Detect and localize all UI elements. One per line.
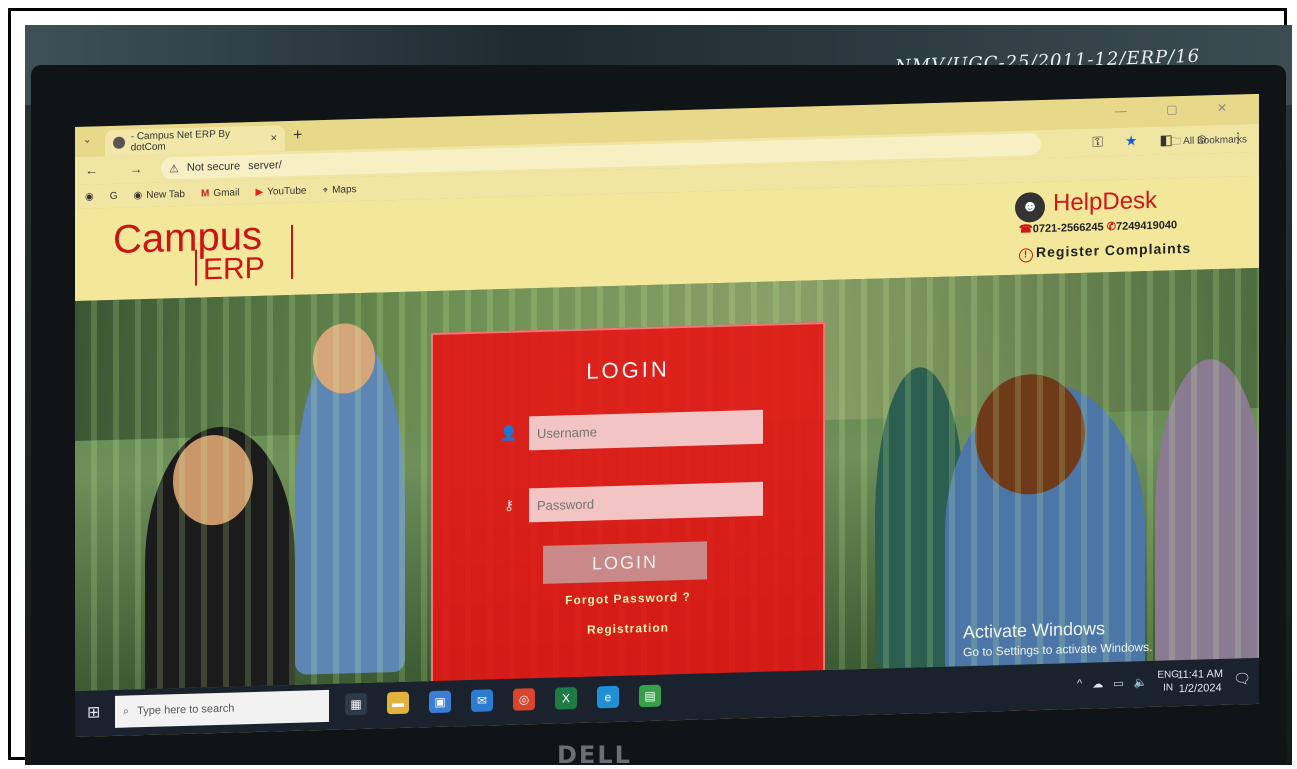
info-icon: ! bbox=[1019, 248, 1033, 263]
app-icon[interactable]: ▤ bbox=[639, 684, 661, 708]
phone-1: 0721-2566245 bbox=[1032, 221, 1104, 236]
user-icon: 👤 bbox=[500, 424, 518, 442]
tab-title: - Campus Net ERP By dotCom bbox=[130, 128, 231, 154]
clock[interactable]: 11:41 AM 1/2/2024 bbox=[1177, 667, 1223, 696]
google-icon[interactable]: G bbox=[110, 190, 118, 201]
monitor-photo: NMV/UGC-25/2011-12/ERP/16 DELL ⌄ - Campu… bbox=[25, 25, 1292, 765]
onedrive-icon[interactable]: ☁ bbox=[1092, 677, 1103, 690]
search-placeholder: Type here to search bbox=[137, 702, 235, 718]
notification-icon[interactable]: 🗨 bbox=[1233, 670, 1251, 687]
register-complaints-link[interactable]: ! Register Complaints bbox=[1019, 240, 1191, 263]
key-icon[interactable]: ⚿ bbox=[1092, 133, 1103, 150]
login-button[interactable]: LOGIN bbox=[543, 541, 707, 584]
tab-close-icon[interactable]: × bbox=[271, 132, 277, 144]
forgot-password-link[interactable]: Forgot Password ? bbox=[433, 586, 823, 611]
login-panel: LOGIN 👤 ⚷ LOGIN Forgot Password ? Regist… bbox=[431, 322, 825, 686]
bookmark-label: Gmail bbox=[213, 186, 240, 199]
gmail-icon: M bbox=[200, 187, 210, 199]
search-icon: ⌕ bbox=[123, 704, 130, 718]
system-tray: ^ ☁ ▭ 🔈 ENG IN bbox=[1077, 668, 1179, 697]
screen: ⌄ - Campus Net ERP By dotCom × + — ▢ ✕ ←… bbox=[75, 93, 1259, 738]
excel-icon[interactable]: X bbox=[555, 686, 577, 710]
new-tab-button[interactable]: + bbox=[293, 127, 302, 145]
edge-icon[interactable]: e bbox=[597, 685, 619, 709]
headset-agent-icon: ☻ bbox=[1015, 191, 1045, 223]
favicon-icon bbox=[113, 136, 125, 149]
monitor-brand: DELL bbox=[557, 741, 632, 765]
volume-icon[interactable]: 🔈 bbox=[1134, 676, 1148, 689]
maps-icon: ⌖ bbox=[322, 184, 329, 196]
chevron-up-icon[interactable]: ^ bbox=[1077, 678, 1082, 690]
student-figure bbox=[1155, 357, 1259, 671]
clock-date: 1/2/2024 bbox=[1178, 681, 1222, 696]
apps-icon[interactable]: ◉ bbox=[85, 191, 94, 202]
activate-line-1: Activate Windows bbox=[963, 618, 1106, 643]
taskbar-apps: ▦ ▬ ▣ ✉ ◎ X e ▤ bbox=[345, 684, 661, 716]
helpdesk: ☻ HelpDesk ☎0721-2566245 ✆7249419040 ! Re… bbox=[1015, 180, 1245, 272]
youtube-icon: ▶ bbox=[255, 186, 264, 198]
bookmark-new-tab[interactable]: ◉ New Tab bbox=[134, 188, 185, 200]
bookmark-gmail[interactable]: M Gmail bbox=[201, 187, 239, 199]
helpdesk-phones: ☎0721-2566245 ✆7249419040 bbox=[1019, 218, 1177, 235]
logo-divider-right bbox=[291, 224, 293, 279]
all-bookmarks[interactable]: 🗀 All Bookmarks bbox=[1171, 132, 1247, 151]
register-complaints-label: Register Complaints bbox=[1036, 239, 1192, 261]
bookmark-star-icon[interactable]: ★ bbox=[1125, 132, 1138, 149]
activate-windows-watermark: Activate Windows Go to Settings to activ… bbox=[963, 617, 1152, 659]
globe-icon: ◉ bbox=[133, 189, 143, 201]
phone-2: 7249419040 bbox=[1115, 219, 1178, 233]
key-icon: ⚷ bbox=[503, 496, 515, 514]
security-label[interactable]: Not secure bbox=[187, 160, 240, 173]
taskbar-search[interactable]: ⌕ Type here to search bbox=[115, 689, 329, 728]
bookmark-label: New Tab bbox=[146, 188, 185, 201]
bookmark-maps[interactable]: ⌖ Maps bbox=[322, 184, 356, 196]
store-icon[interactable]: ▣ bbox=[429, 690, 451, 714]
lang-top: ENG bbox=[1157, 669, 1179, 681]
helpdesk-title: HelpDesk bbox=[1053, 186, 1158, 217]
logo-divider bbox=[195, 249, 197, 286]
logo-erp[interactable]: ERP bbox=[203, 252, 265, 288]
tab-search-icon[interactable]: ⌄ bbox=[83, 135, 91, 146]
url-text[interactable]: server/ bbox=[248, 159, 282, 172]
lang-bottom: IN bbox=[1163, 682, 1174, 694]
clock-time: 11:41 AM bbox=[1177, 667, 1223, 682]
bookmark-label: YouTube bbox=[267, 185, 307, 198]
photo-frame: NMV/UGC-25/2011-12/ERP/16 DELL ⌄ - Campu… bbox=[8, 8, 1292, 765]
task-view-icon[interactable]: ▦ bbox=[345, 692, 367, 716]
username-field-wrap bbox=[529, 409, 763, 451]
username-input[interactable] bbox=[529, 409, 763, 451]
password-input[interactable] bbox=[529, 481, 763, 523]
login-title: LOGIN bbox=[586, 356, 670, 384]
window-controls[interactable]: — ▢ ✕ bbox=[1115, 100, 1245, 118]
all-bookmarks-label: All Bookmarks bbox=[1183, 134, 1247, 148]
language-indicator[interactable]: ENG IN bbox=[1157, 668, 1179, 695]
file-explorer-icon[interactable]: ▬ bbox=[387, 691, 409, 715]
registration-link[interactable]: Registration bbox=[433, 616, 823, 641]
windows-start-icon[interactable]: ⊞ bbox=[87, 702, 100, 722]
telephone-icon: ☎ bbox=[1019, 223, 1033, 236]
chrome-icon[interactable]: ◎ bbox=[513, 688, 535, 711]
bookmark-youtube[interactable]: ▶ YouTube bbox=[255, 185, 306, 197]
warning-icon: ⚠ bbox=[169, 162, 179, 175]
phone-icon: ✆ bbox=[1106, 220, 1116, 234]
network-icon[interactable]: ▭ bbox=[1113, 676, 1123, 689]
password-field-wrap bbox=[529, 481, 763, 523]
bookmark-label: Maps bbox=[332, 183, 357, 196]
mail-icon[interactable]: ✉ bbox=[471, 689, 493, 712]
